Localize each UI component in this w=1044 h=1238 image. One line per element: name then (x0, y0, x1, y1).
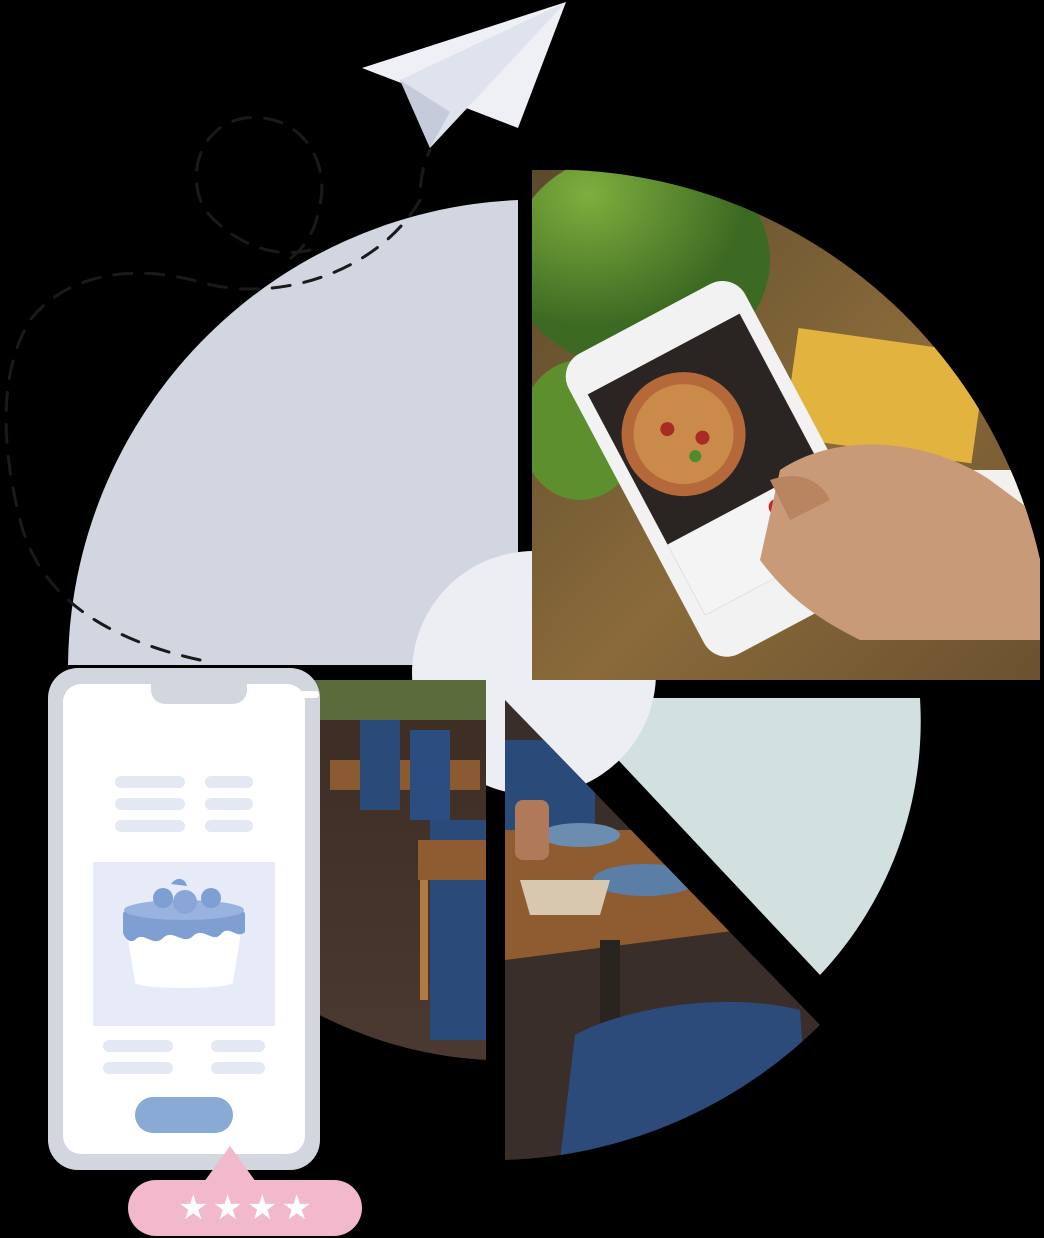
cake-icon (123, 878, 245, 988)
text-placeholder-line (211, 1040, 265, 1052)
restaurant-dining-room-photo (310, 680, 486, 1060)
paper-plane-icon (362, 2, 566, 148)
rating-bubble-tail (204, 1146, 256, 1182)
text-placeholder-line (103, 1062, 173, 1074)
star-icon: ★ (247, 1188, 278, 1228)
phone-screen (63, 684, 319, 1154)
phone-speaker (255, 691, 319, 698)
text-placeholder-line (115, 798, 185, 810)
text-placeholder-line (205, 798, 253, 810)
order-button[interactable] (135, 1097, 233, 1133)
star-icon: ★ (281, 1188, 312, 1228)
rating-bubble: ★ ★ ★ ★ (128, 1180, 362, 1236)
star-icon: ★ (178, 1188, 209, 1228)
text-placeholder-line (205, 776, 253, 788)
pizza-app-on-smartphone-photo (532, 169, 1040, 680)
phone-mockup (48, 668, 320, 1170)
star-icon: ★ (212, 1188, 243, 1228)
text-placeholder-line (115, 776, 185, 788)
text-placeholder-line (115, 820, 185, 832)
illustration-canvas: ★ ★ ★ ★ (0, 0, 1044, 1238)
text-placeholder-line (211, 1062, 265, 1074)
text-placeholder-line (205, 820, 253, 832)
phone-notch (151, 684, 319, 704)
product-image-card (93, 862, 275, 1026)
text-placeholder-line (103, 1040, 173, 1052)
